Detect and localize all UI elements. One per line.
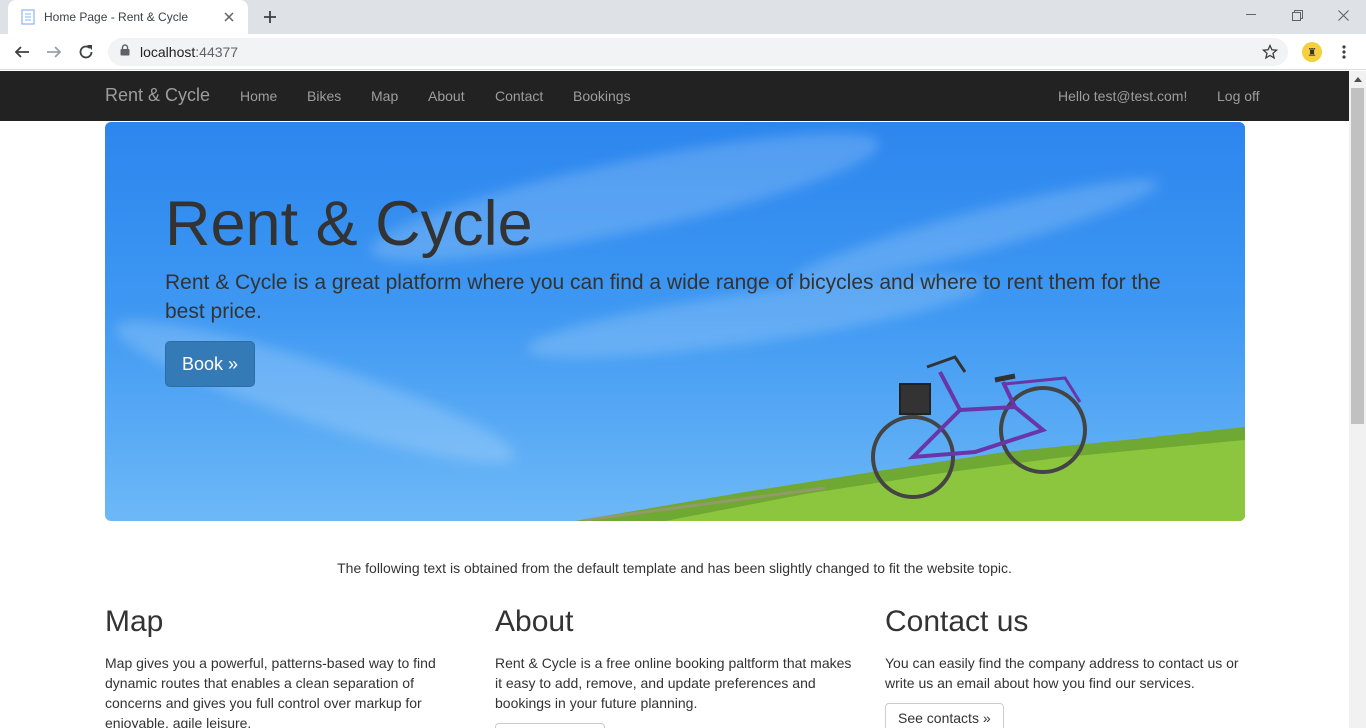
extension-icon[interactable]: ♜ <box>1302 42 1322 62</box>
nav-bikes[interactable]: Bikes <box>307 88 341 104</box>
template-note: The following text is obtained from the … <box>337 560 1012 576</box>
map-heading: Map <box>105 605 164 638</box>
site-navbar: Rent & Cycle Home Bikes Map About Contac… <box>0 71 1349 121</box>
browser-tab[interactable]: Home Page - Rent & Cycle <box>8 0 248 34</box>
back-icon[interactable] <box>8 38 36 66</box>
forward-icon[interactable] <box>40 38 68 66</box>
hero-title: Rent & Cycle <box>165 189 533 259</box>
map-section: Map Map gives you a powerful, patterns-b… <box>105 605 465 728</box>
nav-contact[interactable]: Contact <box>495 88 543 104</box>
nav-map[interactable]: Map <box>371 88 398 104</box>
page-scrollbar[interactable] <box>1349 71 1366 728</box>
url-port: :44377 <box>195 44 239 60</box>
browser-toolbar: localhost:44377 ♜ <box>0 34 1366 70</box>
menu-kebab-icon[interactable] <box>1334 38 1354 66</box>
close-icon[interactable] <box>220 8 238 26</box>
lock-icon <box>120 43 130 61</box>
scroll-up-arrow-icon[interactable] <box>1349 71 1366 88</box>
hero-jumbotron: Rent & Cycle Rent & Cycle is a great pla… <box>105 122 1245 521</box>
about-text: Rent & Cycle is a free online booking pa… <box>495 655 852 711</box>
tab-title: Home Page - Rent & Cycle <box>44 10 189 24</box>
book-button[interactable]: Book » <box>165 341 255 387</box>
scrollbar-thumb[interactable] <box>1351 88 1364 424</box>
window-close-icon[interactable] <box>1320 0 1366 30</box>
nav-bookings[interactable]: Bookings <box>573 88 631 104</box>
contact-section: Contact us You can easily find the compa… <box>885 605 1245 728</box>
site-brand[interactable]: Rent & Cycle <box>105 85 210 106</box>
contact-heading: Contact us <box>885 605 1029 638</box>
browser-tabstrip: Home Page - Rent & Cycle <box>0 0 1366 34</box>
hero-description: Rent & Cycle is a great platform where y… <box>165 271 1161 323</box>
page-icon <box>20 9 36 25</box>
address-bar[interactable]: localhost:44377 <box>108 38 1288 66</box>
see-contacts-button[interactable]: See contacts » <box>885 703 1004 728</box>
nav-logoff[interactable]: Log off <box>1217 88 1260 104</box>
new-tab-icon[interactable] <box>258 6 282 28</box>
contact-text: You can easily find the company address … <box>885 655 1239 691</box>
page-viewport: Rent & Cycle Home Bikes Map About Contac… <box>0 71 1349 728</box>
minimize-icon[interactable] <box>1228 0 1274 30</box>
bookmark-star-icon[interactable] <box>1261 43 1279 60</box>
nav-user-greeting[interactable]: Hello test@test.com! <box>1058 88 1187 104</box>
nav-home[interactable]: Home <box>240 88 277 104</box>
reload-icon[interactable] <box>72 38 100 66</box>
about-section: About Rent & Cycle is a free online book… <box>495 605 855 728</box>
restore-icon[interactable] <box>1274 0 1320 30</box>
about-heading: About <box>495 605 574 638</box>
map-text: Map gives you a powerful, patterns-based… <box>105 655 436 728</box>
url-host: localhost <box>140 44 196 60</box>
about-more-button[interactable] <box>495 723 605 728</box>
nav-about[interactable]: About <box>428 88 465 104</box>
